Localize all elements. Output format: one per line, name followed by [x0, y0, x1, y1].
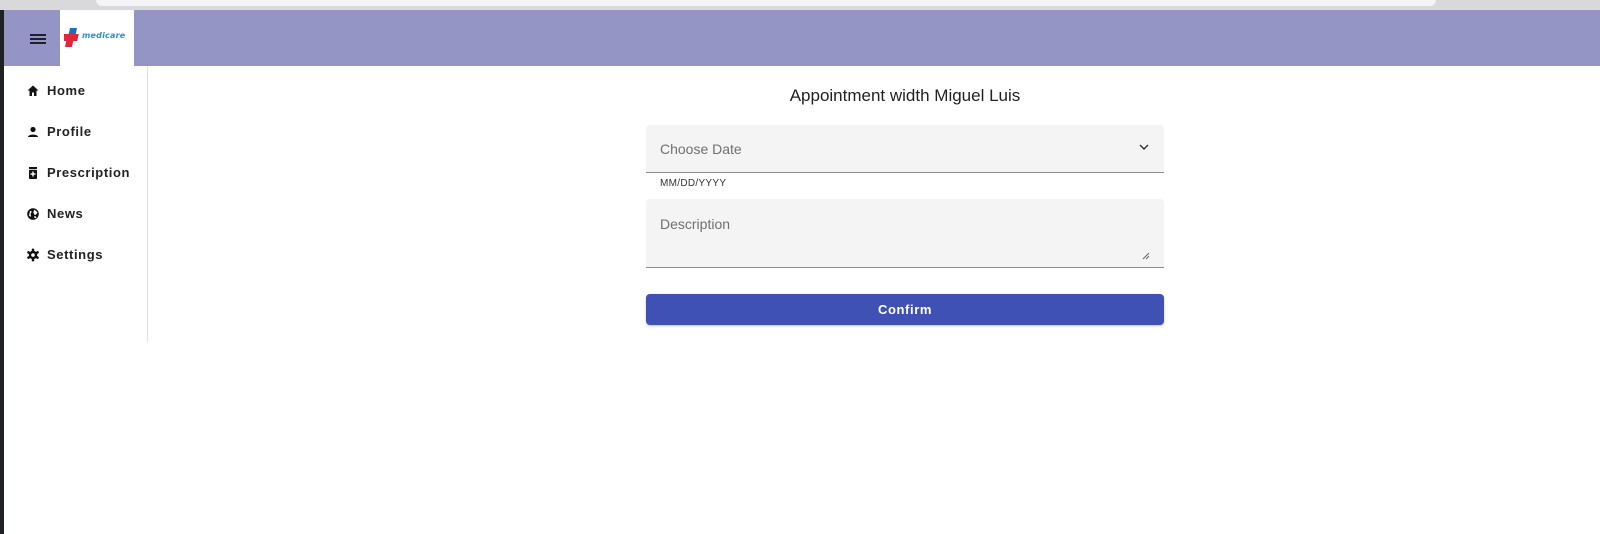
- sidebar-item-label: Profile: [47, 124, 92, 139]
- confirm-button[interactable]: Confirm: [646, 294, 1164, 325]
- menu-icon: [30, 34, 46, 36]
- menu-icon-bar: [30, 38, 46, 40]
- browser-address-bar[interactable]: [96, 0, 1436, 6]
- medical-cross-icon: [64, 28, 79, 47]
- browser-chrome: [0, 0, 1600, 10]
- menu-button[interactable]: [22, 24, 52, 54]
- prescription-icon: [29, 167, 37, 179]
- sidebar-item-label: Settings: [47, 247, 104, 262]
- sidebar-item-label: Home: [47, 83, 86, 98]
- resize-grip-icon[interactable]: [1142, 252, 1150, 260]
- sidebar-item-label: News: [47, 206, 84, 221]
- logo-text: medicare: [82, 31, 126, 40]
- person-icon: [28, 126, 38, 137]
- sidebar-item-prescription[interactable]: Prescription: [4, 156, 147, 190]
- globe-icon: [27, 208, 39, 220]
- sidebar-item-label: Prescription: [47, 165, 131, 180]
- gear-icon: [27, 248, 39, 262]
- description-placeholder: Description: [660, 216, 731, 232]
- description-textarea[interactable]: Description: [646, 199, 1164, 268]
- home-icon: [27, 85, 39, 96]
- date-format-hint: MM/DD/YYYY: [660, 178, 727, 189]
- sidebar-item-home[interactable]: Home: [4, 74, 147, 108]
- app-toolbar: medicare: [4, 10, 1600, 66]
- date-select[interactable]: Choose Date: [646, 125, 1164, 173]
- sidebar-item-profile[interactable]: Profile: [4, 115, 147, 149]
- app-logo[interactable]: medicare: [60, 10, 134, 66]
- chevron-down-icon: [1139, 144, 1149, 150]
- page-title: Appointment width Miguel Luis: [789, 86, 1021, 105]
- date-select-placeholder: Choose Date: [660, 141, 742, 157]
- sidebar-item-news[interactable]: News: [4, 197, 147, 231]
- menu-icon-bar: [30, 42, 46, 44]
- sidebar-item-settings[interactable]: Settings: [4, 238, 147, 272]
- sidebar: Home Profile Prescription News Settings: [4, 66, 148, 342]
